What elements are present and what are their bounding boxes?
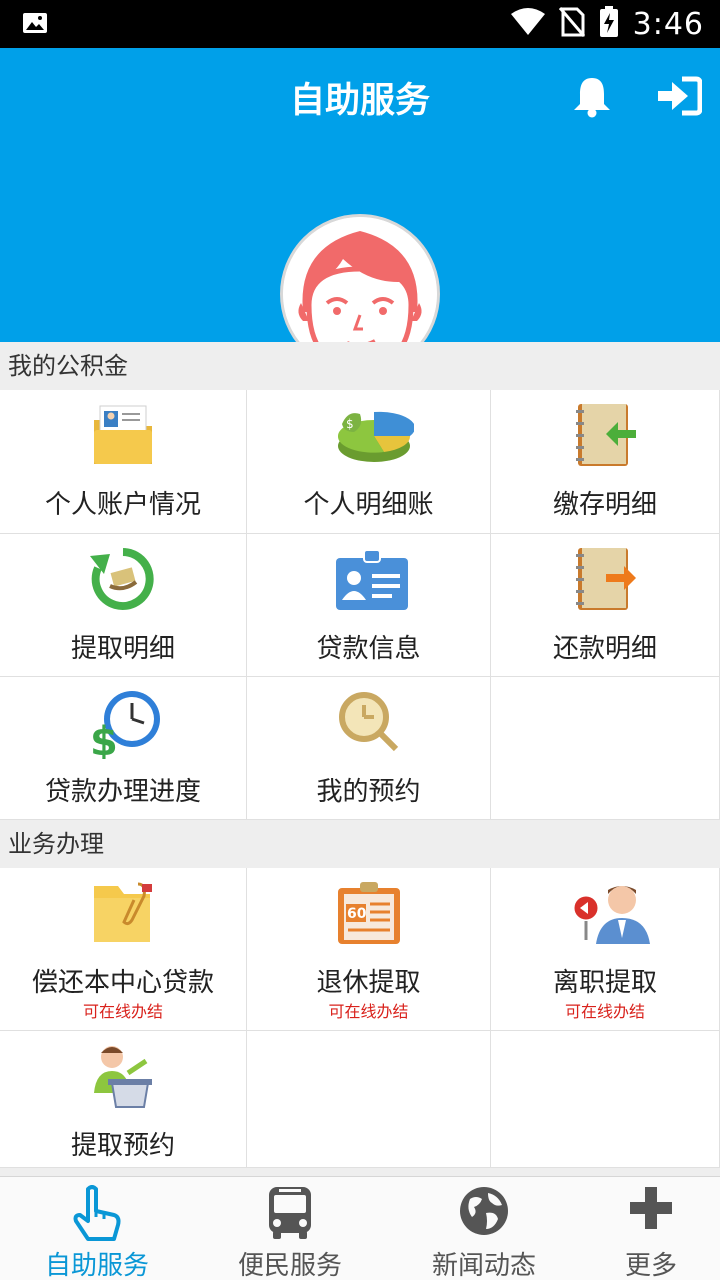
no-sim-icon — [558, 7, 585, 41]
business-grid: 偿还本中心贷款 可在线办结 60 退休提取 可在线办结 离职提取 可在线办结 提… — [0, 868, 720, 1168]
notebook-arrow-in-icon — [570, 402, 640, 468]
tab-news[interactable]: 新闻动态 — [394, 1177, 574, 1280]
clipboard-60-icon: 60 — [334, 880, 404, 946]
fund-grid: 个人账户情况 $ 个人明细账 缴存明细 提取明细 贷款信息 还款明细 $ 贷款办… — [0, 390, 720, 820]
globe-icon — [458, 1185, 510, 1241]
grid-item-label: 缴存明细 — [552, 490, 657, 520]
person-sign-icon — [570, 880, 650, 946]
logout-icon[interactable] — [656, 76, 703, 120]
tab-label: 便民服务 — [237, 1251, 342, 1280]
grid-item-label: 偿还本中心贷款 — [31, 968, 214, 998]
grid-item-label: 贷款信息 — [316, 634, 421, 664]
grid-item-repay-loan[interactable]: 偿还本中心贷款 可在线办结 — [0, 868, 247, 1031]
grid-item-withdraw-detail[interactable]: 提取明细 — [0, 534, 247, 677]
online-available-note: 可在线办结 — [82, 1002, 163, 1021]
grid-item-deposit-detail[interactable]: 缴存明细 — [491, 390, 720, 534]
clock-time: 3:46 — [632, 6, 704, 42]
grid-item-label: 贷款办理进度 — [44, 777, 201, 807]
svg-text:60: 60 — [347, 906, 367, 922]
status-bar: 3:46 — [0, 0, 720, 48]
grid-item-label: 退休提取 — [316, 968, 421, 998]
online-available-note: 可在线办结 — [564, 1002, 645, 1021]
grid-item-label: 提取预约 — [70, 1131, 175, 1161]
grid-item-my-appointment[interactable]: 我的预约 — [247, 677, 491, 820]
grid-item-label: 提取明细 — [70, 634, 175, 664]
battery-charging-icon — [599, 6, 619, 42]
grid-item-account[interactable]: 个人账户情况 — [0, 390, 247, 534]
tab-label: 新闻动态 — [431, 1251, 536, 1280]
pie-chart-money-icon: $ — [334, 402, 415, 468]
grid-item-label: 还款明细 — [552, 634, 657, 664]
tab-self-service[interactable]: 自助服务 — [7, 1177, 187, 1280]
grid-empty-cell — [491, 1031, 720, 1168]
grid-item-repay-detail[interactable]: 还款明细 — [491, 534, 720, 677]
tab-more[interactable]: 更多 — [561, 1177, 720, 1280]
id-card-icon — [334, 546, 408, 612]
folder-clip-icon — [88, 880, 158, 946]
tab-label: 更多 — [624, 1251, 677, 1280]
grid-item-personal-ledger[interactable]: $ 个人明细账 — [247, 390, 491, 534]
online-available-note: 可在线办结 — [328, 1002, 409, 1021]
plus-icon — [628, 1185, 674, 1235]
image-notification-icon — [22, 12, 48, 38]
bell-icon[interactable] — [570, 76, 614, 122]
clock-magnifier-icon — [334, 689, 404, 755]
hand-pointer-icon — [72, 1185, 122, 1247]
svg-text:$: $ — [346, 417, 354, 431]
tab-convenience-service[interactable]: 便民服务 — [200, 1177, 380, 1280]
notebook-arrow-out-icon — [570, 546, 640, 612]
tab-label: 自助服务 — [44, 1251, 149, 1280]
grid-empty-cell — [247, 1031, 491, 1168]
app-header: 自助服务 — [0, 48, 720, 374]
bus-icon — [265, 1185, 315, 1245]
svg-text:$: $ — [90, 719, 118, 759]
grid-item-loan-progress[interactable]: $ 贷款办理进度 — [0, 677, 247, 820]
folder-id-card-icon — [88, 402, 158, 468]
grid-item-retire-withdraw[interactable]: 60 退休提取 可在线办结 — [247, 868, 491, 1031]
grid-item-loan-info[interactable]: 贷款信息 — [247, 534, 491, 677]
grid-item-label: 个人账户情况 — [44, 490, 201, 520]
wifi-icon — [510, 8, 545, 40]
grid-empty-cell — [491, 677, 720, 820]
section-title-business: 业务办理 — [0, 820, 720, 868]
refresh-money-icon — [88, 546, 158, 612]
grid-item-resign-withdraw[interactable]: 离职提取 可在线办结 — [491, 868, 720, 1031]
speaker-podium-icon — [88, 1043, 158, 1109]
clock-dollar-icon: $ — [88, 689, 160, 765]
grid-item-label: 离职提取 — [552, 968, 657, 998]
grid-item-withdraw-appointment[interactable]: 提取预约 — [0, 1031, 247, 1168]
grid-item-label: 我的预约 — [316, 777, 421, 807]
grid-item-label: 个人明细账 — [303, 490, 434, 520]
bottom-nav: 自助服务 便民服务 新闻动态 更多 — [0, 1176, 720, 1280]
section-title-fund: 我的公积金 — [0, 342, 720, 390]
